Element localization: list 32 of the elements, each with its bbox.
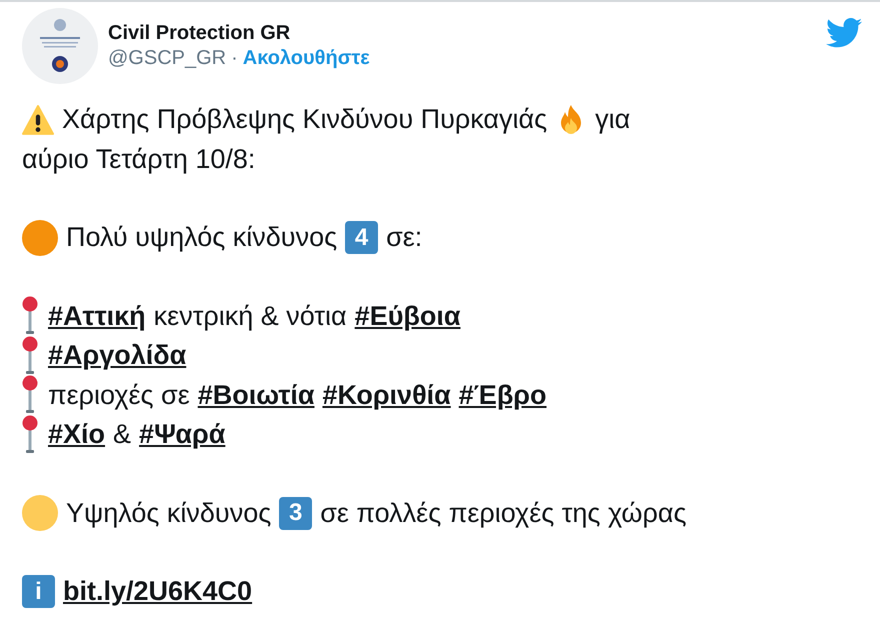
hashtag-link[interactable]: #Αττική bbox=[48, 300, 146, 332]
account-handle: @GSCP_GR bbox=[108, 47, 226, 70]
tweet-text: σε πολλές περιοχές της χώρας bbox=[320, 498, 686, 529]
hashtag-link[interactable]: #Χίο bbox=[48, 419, 106, 450]
hashtag-link[interactable]: #Έβρο bbox=[458, 380, 547, 411]
tweet-text: κεντρική & νότια bbox=[154, 300, 347, 332]
tweet-text: περιοχές σε bbox=[48, 380, 190, 411]
hashtag-link[interactable]: #Ψαρά bbox=[139, 419, 226, 450]
pushpin-icon bbox=[22, 296, 38, 336]
hashtag-link[interactable]: #Εύβοια bbox=[354, 300, 460, 332]
bird-icon[interactable] bbox=[826, 18, 862, 48]
tweet-text: & bbox=[113, 419, 132, 450]
account-name: Civil Protection GR bbox=[108, 22, 292, 45]
hashtag-link[interactable]: #Βοιωτία bbox=[198, 380, 314, 411]
number-keycap: 3 bbox=[279, 496, 312, 530]
avatar-emblem-icon bbox=[22, 8, 98, 84]
number-keycap: 4 bbox=[345, 221, 378, 254]
tweet-text: για bbox=[595, 104, 630, 136]
warning-icon bbox=[22, 104, 54, 136]
tweet-text: αύριο Τετάρτη 10/8: bbox=[22, 144, 256, 175]
pushpin-icon bbox=[22, 336, 38, 376]
tweet-text: Υψηλός κίνδυνος bbox=[66, 498, 272, 529]
pushpin-icon bbox=[22, 375, 38, 416]
separator-dot: · bbox=[231, 47, 238, 70]
tweet-text: σε: bbox=[386, 222, 422, 254]
info-sign: i bbox=[22, 575, 55, 608]
url-link[interactable]: bit.ly/2U6K4C0 bbox=[63, 576, 252, 608]
tweet-text: Χάρτης Πρόβλεψης Κινδύνου Πυρκαγιάς bbox=[62, 104, 548, 136]
tweet-text: Πολύ υψηλός κίνδυνος bbox=[66, 222, 338, 254]
pushpin-icon bbox=[22, 414, 38, 455]
hashtag-link[interactable]: #Κορινθία bbox=[322, 380, 451, 411]
hashtag-link[interactable]: #Αργολίδα bbox=[48, 340, 186, 372]
